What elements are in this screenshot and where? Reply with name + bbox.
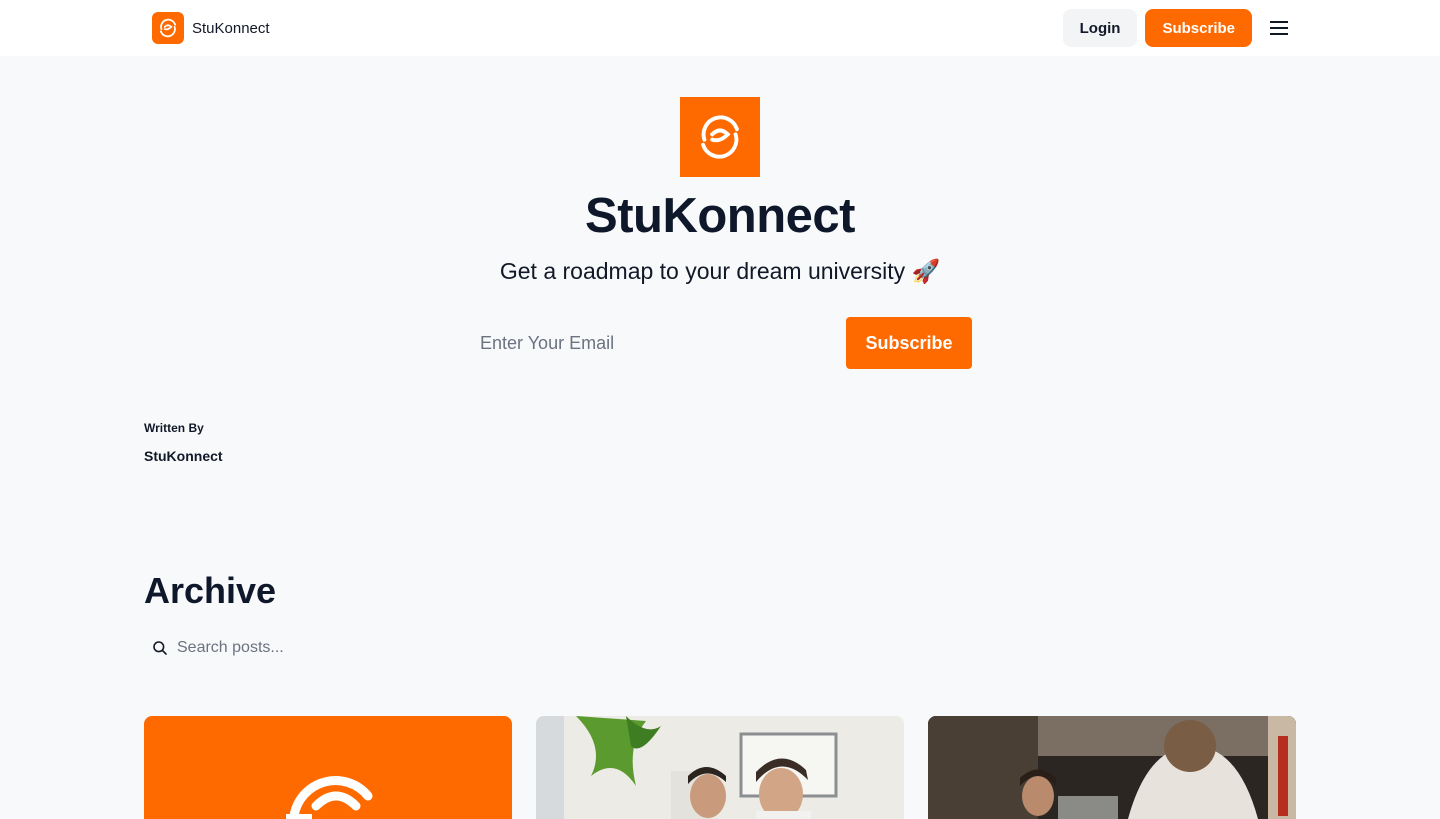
email-field[interactable] [468,317,838,369]
hamburger-menu-icon[interactable] [1264,13,1294,43]
hero-title: StuKonnect [585,189,855,243]
brand-link[interactable]: StuKonnect [152,12,270,44]
post-thumbnail-image [928,716,1296,819]
login-button[interactable]: Login [1062,9,1138,47]
post-card[interactable] [144,716,512,819]
post-card[interactable] [536,716,904,819]
subscribe-button-hero[interactable]: Subscribe [846,317,972,369]
hero-tagline: Get a roadmap to your dream university 🚀 [499,258,941,284]
archive-heading: Archive [144,570,277,611]
brand-logo-icon [152,12,184,44]
author-name[interactable]: StuKonnect [144,448,223,464]
post-thumbnail-image [536,716,904,819]
top-nav: StuKonnect Login Subscribe [0,0,1440,56]
hero-logo-icon [680,97,760,177]
search-bar [144,632,544,664]
written-by-label: Written By [144,421,204,435]
subscribe-button-nav[interactable]: Subscribe [1145,9,1252,47]
search-icon [144,632,176,664]
nav-actions: Login Subscribe [1062,9,1294,47]
brand-name: StuKonnect [192,19,270,37]
subscribe-form: Subscribe [468,317,972,369]
post-thumbnail-logo-icon [286,776,373,819]
search-input[interactable] [176,632,536,664]
post-card[interactable] [928,716,1296,819]
